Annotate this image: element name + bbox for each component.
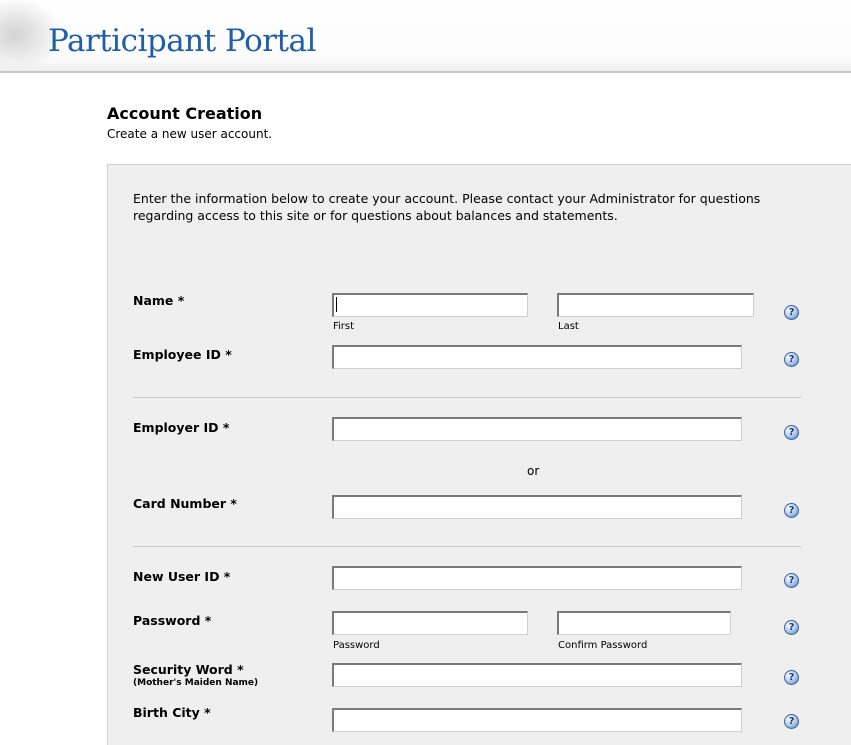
employee-id-label: Employee ID *: [133, 347, 232, 362]
birth-city-input[interactable]: [332, 708, 742, 732]
first-name-input[interactable]: [332, 293, 528, 317]
page-subtitle: Create a new user account.: [107, 127, 273, 141]
last-name-input[interactable]: [557, 293, 754, 317]
header-bar: Participant Portal: [0, 0, 851, 72]
birth-city-help-icon[interactable]: ?: [784, 714, 799, 729]
card-number-help-icon[interactable]: ?: [784, 503, 799, 518]
card-number-input[interactable]: [332, 495, 742, 519]
portal-title: Participant Portal: [48, 23, 316, 59]
password-input[interactable]: [332, 611, 528, 635]
card-number-label: Card Number *: [133, 496, 237, 511]
or-separator: or: [527, 464, 540, 478]
security-word-help-icon[interactable]: ?: [784, 670, 799, 685]
employer-id-label: Employer ID *: [133, 420, 230, 435]
new-user-id-help-icon[interactable]: ?: [784, 573, 799, 588]
confirm-password-input[interactable]: [557, 611, 731, 635]
password-help-icon[interactable]: ?: [784, 620, 799, 635]
employer-id-input[interactable]: [332, 417, 742, 441]
password-caption: Password: [333, 640, 380, 651]
section-divider: [133, 397, 801, 398]
form-panel: [107, 164, 851, 745]
employer-id-help-icon[interactable]: ?: [784, 425, 799, 440]
text-cursor: [336, 297, 337, 312]
name-label: Name *: [133, 293, 185, 308]
first-name-caption: First: [333, 321, 355, 332]
new-user-id-label: New User ID *: [133, 569, 231, 584]
page-title: Account Creation: [107, 104, 263, 123]
password-label: Password *: [133, 613, 212, 628]
birth-city-label: Birth City *: [133, 705, 211, 720]
section-divider: [133, 546, 801, 547]
new-user-id-input[interactable]: [332, 566, 742, 590]
last-name-caption: Last: [558, 321, 579, 332]
employee-id-help-icon[interactable]: ?: [784, 352, 799, 367]
name-help-icon[interactable]: ?: [784, 305, 799, 320]
confirm-password-caption: Confirm Password: [558, 640, 648, 651]
security-word-label: Security Word *: [133, 662, 244, 677]
security-word-input[interactable]: [332, 663, 742, 687]
employee-id-input[interactable]: [332, 345, 742, 369]
security-word-hint: (Mother's Maiden Name): [133, 678, 259, 688]
header-divider: [0, 71, 851, 73]
intro-text: Enter the information below to create yo…: [133, 191, 761, 223]
